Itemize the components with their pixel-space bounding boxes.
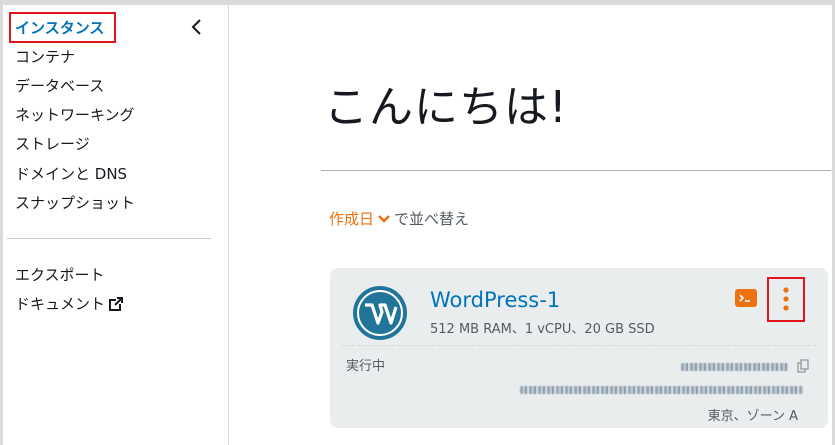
sidebar-item-networking[interactable]: ネットワーキング	[15, 104, 135, 125]
vertical-ellipsis-icon	[783, 287, 789, 311]
sidebar-item-export[interactable]: エクスポート	[15, 264, 105, 285]
sidebar-item-containers[interactable]: コンテナ	[15, 46, 75, 67]
sort-by-button[interactable]: 作成日	[329, 210, 394, 228]
instance-card: WordPress-1 512 MB RAM、1 vCPU、20 GB SSD …	[330, 268, 828, 428]
copy-icon[interactable]	[797, 359, 809, 373]
title-divider	[321, 170, 831, 171]
sidebar-item-storage[interactable]: ストレージ	[15, 133, 90, 154]
sort-control: 作成日 で並べ替え	[329, 208, 469, 229]
redacted-hostname	[520, 386, 803, 394]
instance-name-link[interactable]: WordPress-1	[430, 288, 560, 312]
external-link-icon	[109, 297, 124, 311]
sidebar-item-instances[interactable]: インスタンス	[8, 12, 117, 43]
sidebar-item-snapshots[interactable]: スナップショット	[15, 192, 135, 213]
sidebar-item-documentation[interactable]: ドキュメント	[15, 293, 124, 314]
sidebar-item-domains-dns[interactable]: ドメインと DNS	[15, 163, 127, 184]
sort-suffix: で並べ替え	[394, 210, 470, 228]
sort-field-label: 作成日	[329, 210, 375, 228]
chevron-down-icon	[378, 215, 390, 223]
app-frame: インスタンス コンテナ データベース ネットワーキング ストレージ ドメインと …	[3, 5, 832, 445]
instance-actions-menu-button[interactable]	[767, 277, 805, 322]
main-content: こんにちは! 作成日 で並べ替え WordPress-1 512 MB RAM、1…	[230, 5, 832, 445]
sidebar-item-databases[interactable]: データベース	[15, 75, 104, 96]
redacted-ip-address	[681, 363, 789, 371]
wordpress-logo-icon	[353, 286, 407, 340]
status-badge: 実行中	[346, 359, 386, 374]
page-title: こんにちは!	[324, 82, 568, 133]
card-divider	[342, 345, 816, 346]
instance-spec: 512 MB RAM、1 vCPU、20 GB SSD	[430, 322, 655, 337]
sidebar: インスタンス コンテナ データベース ネットワーキング ストレージ ドメインと …	[3, 5, 229, 445]
sidebar-divider	[7, 238, 211, 239]
availability-zone: 東京、ゾーン A	[707, 409, 798, 424]
sidebar-item-label: ドキュメント	[15, 295, 106, 313]
terminal-icon	[739, 294, 750, 302]
chevron-left-icon[interactable]	[189, 18, 205, 36]
connect-ssh-button[interactable]	[735, 289, 757, 307]
